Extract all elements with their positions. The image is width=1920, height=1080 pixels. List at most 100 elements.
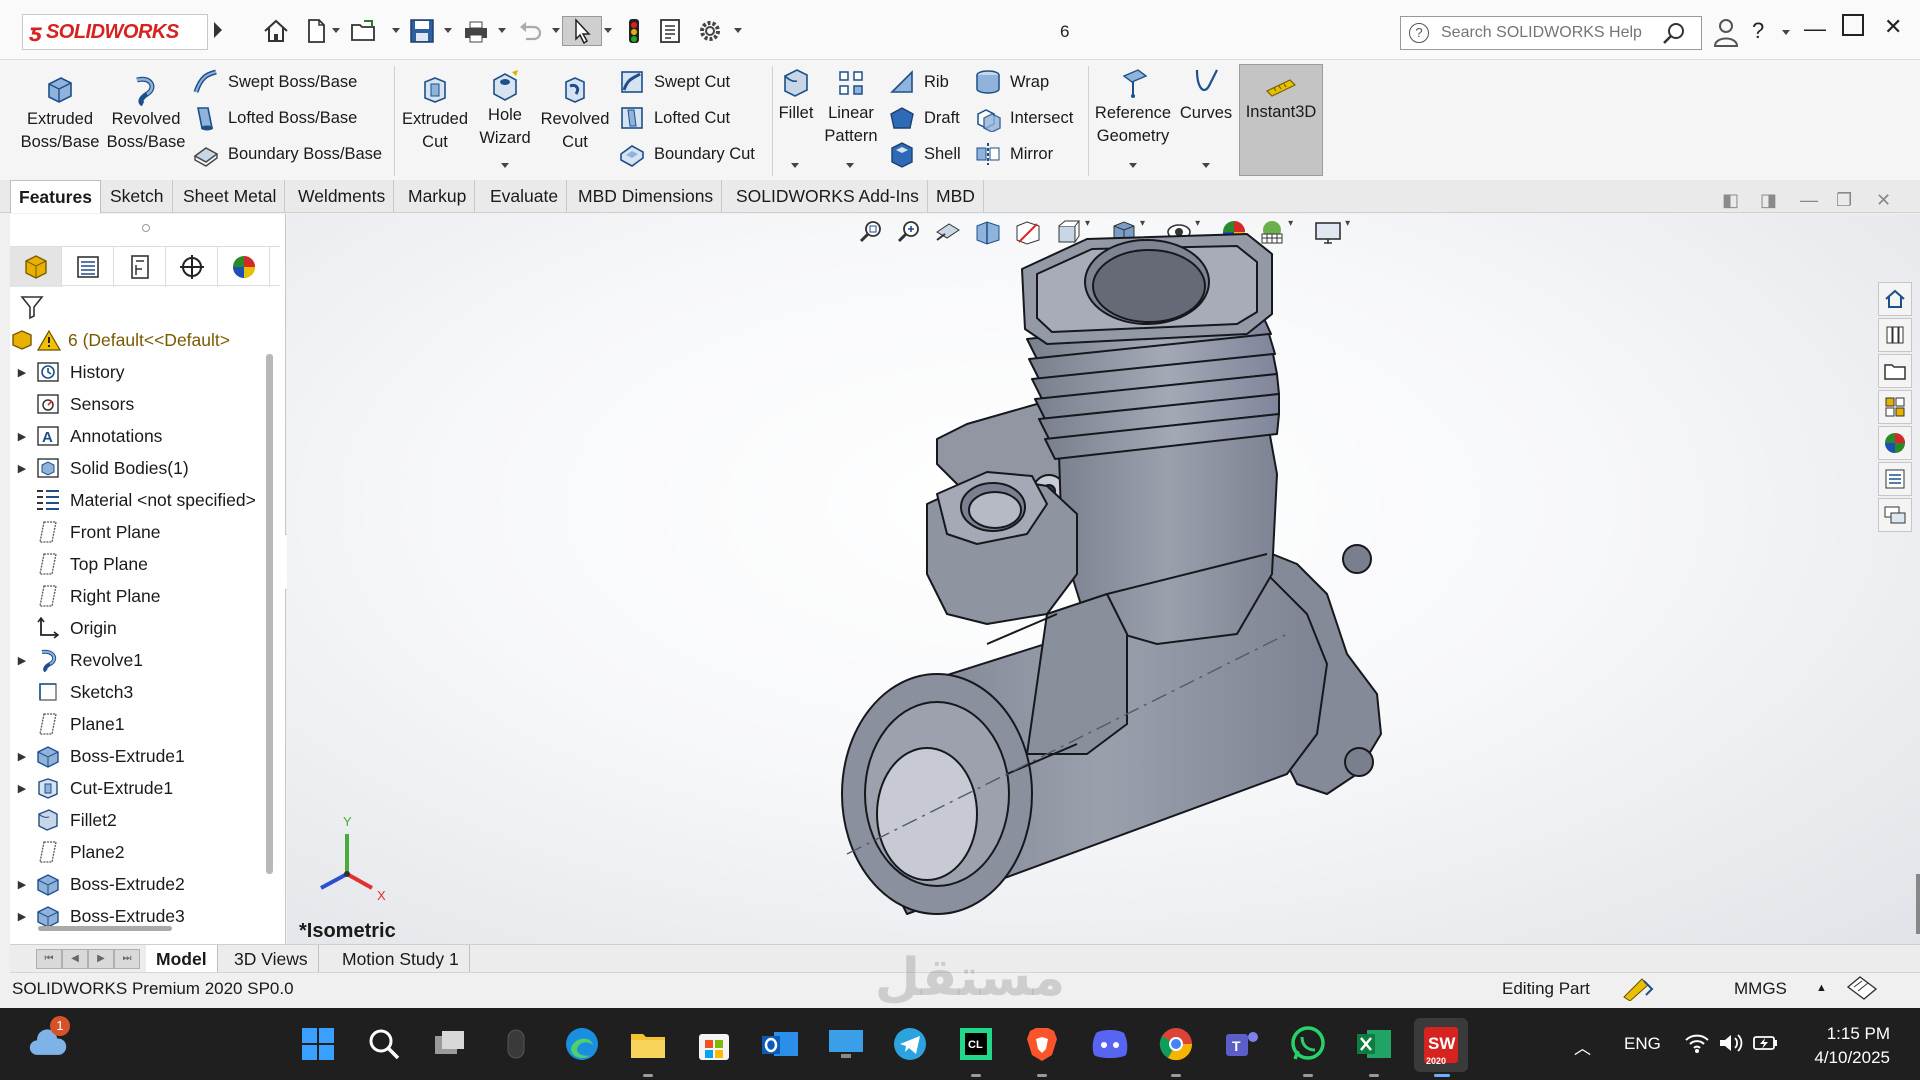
reference-geometry-caret-icon[interactable] [1129, 163, 1137, 168]
tree-root-part[interactable]: 6 (Default<<Default> [10, 324, 268, 356]
solidworks-forum-tab[interactable] [1878, 498, 1912, 532]
remote-desktop-button[interactable] [826, 1024, 866, 1064]
tree-item-boss-extrude2[interactable]: ▶ Boss-Extrude2 [10, 868, 268, 900]
extruded-boss-button[interactable]: Extruded Boss/Base [16, 72, 104, 154]
custom-properties-tab[interactable] [1878, 462, 1912, 496]
options-button[interactable] [696, 16, 724, 46]
rib-button[interactable]: Rib [888, 68, 949, 96]
file-explorer-button[interactable] [628, 1024, 668, 1064]
linear-pattern-caret-icon[interactable] [846, 163, 854, 168]
tree-item-sensors[interactable]: Sensors [10, 388, 268, 420]
help-caret-icon[interactable] [1782, 30, 1790, 35]
tab-mbd-dimensions[interactable]: MBD Dimensions [570, 180, 723, 213]
prev-tab-arrow-icon[interactable]: ◀ [62, 949, 88, 969]
hole-wizard-caret-icon[interactable] [501, 163, 509, 168]
graphics-scroll-indicator[interactable] [1916, 874, 1920, 934]
solidworks-logo[interactable]: ƽ SOLIDWORKS [22, 14, 208, 50]
input-language[interactable]: ENG [1624, 1034, 1661, 1054]
telegram-button[interactable] [890, 1024, 930, 1064]
curves-button[interactable]: Curves [1176, 66, 1236, 125]
whatsapp-button[interactable] [1288, 1024, 1328, 1064]
open-button[interactable] [350, 16, 378, 46]
tab-3d-views[interactable]: 3D Views [224, 945, 319, 973]
filter-icon[interactable] [20, 294, 44, 320]
speaker-volume-icon[interactable] [1718, 1032, 1744, 1054]
doc-close-icon[interactable]: ✕ [1876, 190, 1891, 211]
next-tab-arrow-icon[interactable]: ▶ [88, 949, 114, 969]
reference-geometry-button[interactable]: Reference Geometry [1090, 66, 1176, 148]
swept-cut-button[interactable]: Swept Cut [618, 68, 730, 96]
task-view-button[interactable] [430, 1024, 470, 1064]
print-caret-icon[interactable] [498, 28, 506, 33]
new-caret-icon[interactable] [332, 28, 340, 33]
fillet-caret-icon[interactable] [791, 163, 799, 168]
tree-item-top-plane[interactable]: Top Plane [10, 548, 268, 580]
tab-mbd[interactable]: MBD [928, 180, 984, 213]
mouse-app-button[interactable] [496, 1024, 536, 1064]
file-explorer-tab[interactable] [1878, 354, 1912, 388]
units-caret-icon[interactable]: ▲ [1816, 982, 1827, 994]
discord-button[interactable] [1090, 1024, 1130, 1064]
tree-item-solid-bodies-1[interactable]: ▶ Solid Bodies(1) [10, 452, 268, 484]
status-units[interactable]: MMGS [1734, 979, 1787, 999]
propertymanager-tab[interactable] [62, 247, 114, 287]
tree-item-plane1[interactable]: Plane1 [10, 708, 268, 740]
tab-sheet-metal[interactable]: Sheet Metal [175, 180, 286, 213]
menu-expand-arrow-icon[interactable] [214, 22, 222, 38]
tab-markup[interactable]: Markup [400, 180, 476, 213]
tree-item-sketch3[interactable]: Sketch3 [10, 676, 268, 708]
options-caret-icon[interactable] [734, 28, 742, 33]
featuremanager-tab[interactable] [10, 247, 62, 287]
tree-item-material-not-specified[interactable]: Material <not specified> [10, 484, 268, 516]
appearances-scenes-tab[interactable] [1878, 426, 1912, 460]
search-icon[interactable] [1661, 21, 1687, 47]
battery-charging-icon[interactable] [1752, 1032, 1780, 1054]
tree-vertical-scrollbar[interactable] [266, 354, 273, 874]
home-button[interactable] [262, 16, 290, 46]
start-button[interactable] [298, 1024, 338, 1064]
displaymanager-tab[interactable] [218, 247, 270, 287]
help-search-box[interactable]: ? [1400, 16, 1702, 50]
tree-item-cut-extrude1[interactable]: ▶ Cut-Extrude1 [10, 772, 268, 804]
show-hidden-icons-chevron[interactable]: ︿ [1574, 1034, 1591, 1059]
clion-button[interactable]: CL [956, 1024, 996, 1064]
expand-arrow-icon[interactable]: ▶ [10, 782, 34, 795]
close-icon[interactable]: ✕ [1884, 14, 1902, 40]
tree-item-origin[interactable]: Origin [10, 612, 268, 644]
tree-item-fillet2[interactable]: Fillet2 [10, 804, 268, 836]
tab-sketch[interactable]: Sketch [102, 180, 173, 213]
chrome-browser-button[interactable] [1156, 1024, 1196, 1064]
brave-browser-button[interactable] [1022, 1024, 1062, 1064]
revolved-cut-button[interactable]: Revolved Cut [536, 72, 614, 154]
solidworks-resources-tab[interactable] [1878, 282, 1912, 316]
design-library-tab[interactable] [1878, 318, 1912, 352]
solidworks-taskbar-button[interactable]: SW 2020 [1414, 1018, 1468, 1072]
teams-button[interactable]: T [1222, 1024, 1262, 1064]
undo-caret-icon[interactable] [552, 28, 560, 33]
configurationmanager-tab[interactable] [114, 247, 166, 287]
shell-button[interactable]: Shell [888, 140, 961, 168]
tree-item-plane2[interactable]: Plane2 [10, 836, 268, 868]
curves-caret-icon[interactable] [1202, 163, 1210, 168]
system-clock[interactable]: 1:15 PM 4/10/2025 [1814, 1022, 1890, 1070]
save-button[interactable] [408, 16, 436, 46]
expand-arrow-icon[interactable]: ▶ [10, 654, 34, 667]
expand-arrow-icon[interactable]: ▶ [10, 366, 34, 379]
microsoft-store-button[interactable] [694, 1024, 734, 1064]
lofted-boss-button[interactable]: Lofted Boss/Base [192, 104, 357, 132]
tree-item-front-plane[interactable]: Front Plane [10, 516, 268, 548]
weather-widget[interactable]: 1 [28, 1016, 70, 1064]
help-menu-icon[interactable]: ? [1752, 18, 1764, 44]
search-taskbar-button[interactable] [364, 1024, 404, 1064]
select-caret-icon[interactable] [604, 28, 612, 33]
graphics-area[interactable]: ▾ ▾ ▾ ▾ ▾ Y X *Isometric [287, 214, 1920, 944]
tab-model[interactable]: Model [146, 945, 218, 973]
wrap-button[interactable]: Wrap [974, 68, 1049, 96]
tree-horizontal-scrollbar[interactable] [38, 926, 172, 931]
excel-button[interactable] [1354, 1024, 1394, 1064]
minimize-icon[interactable]: — [1804, 16, 1826, 42]
expand-arrow-icon[interactable]: ▶ [10, 430, 34, 443]
rebuild-button[interactable] [620, 16, 648, 46]
tree-item-annotations[interactable]: ▶ A Annotations [10, 420, 268, 452]
print-button[interactable] [462, 16, 490, 46]
